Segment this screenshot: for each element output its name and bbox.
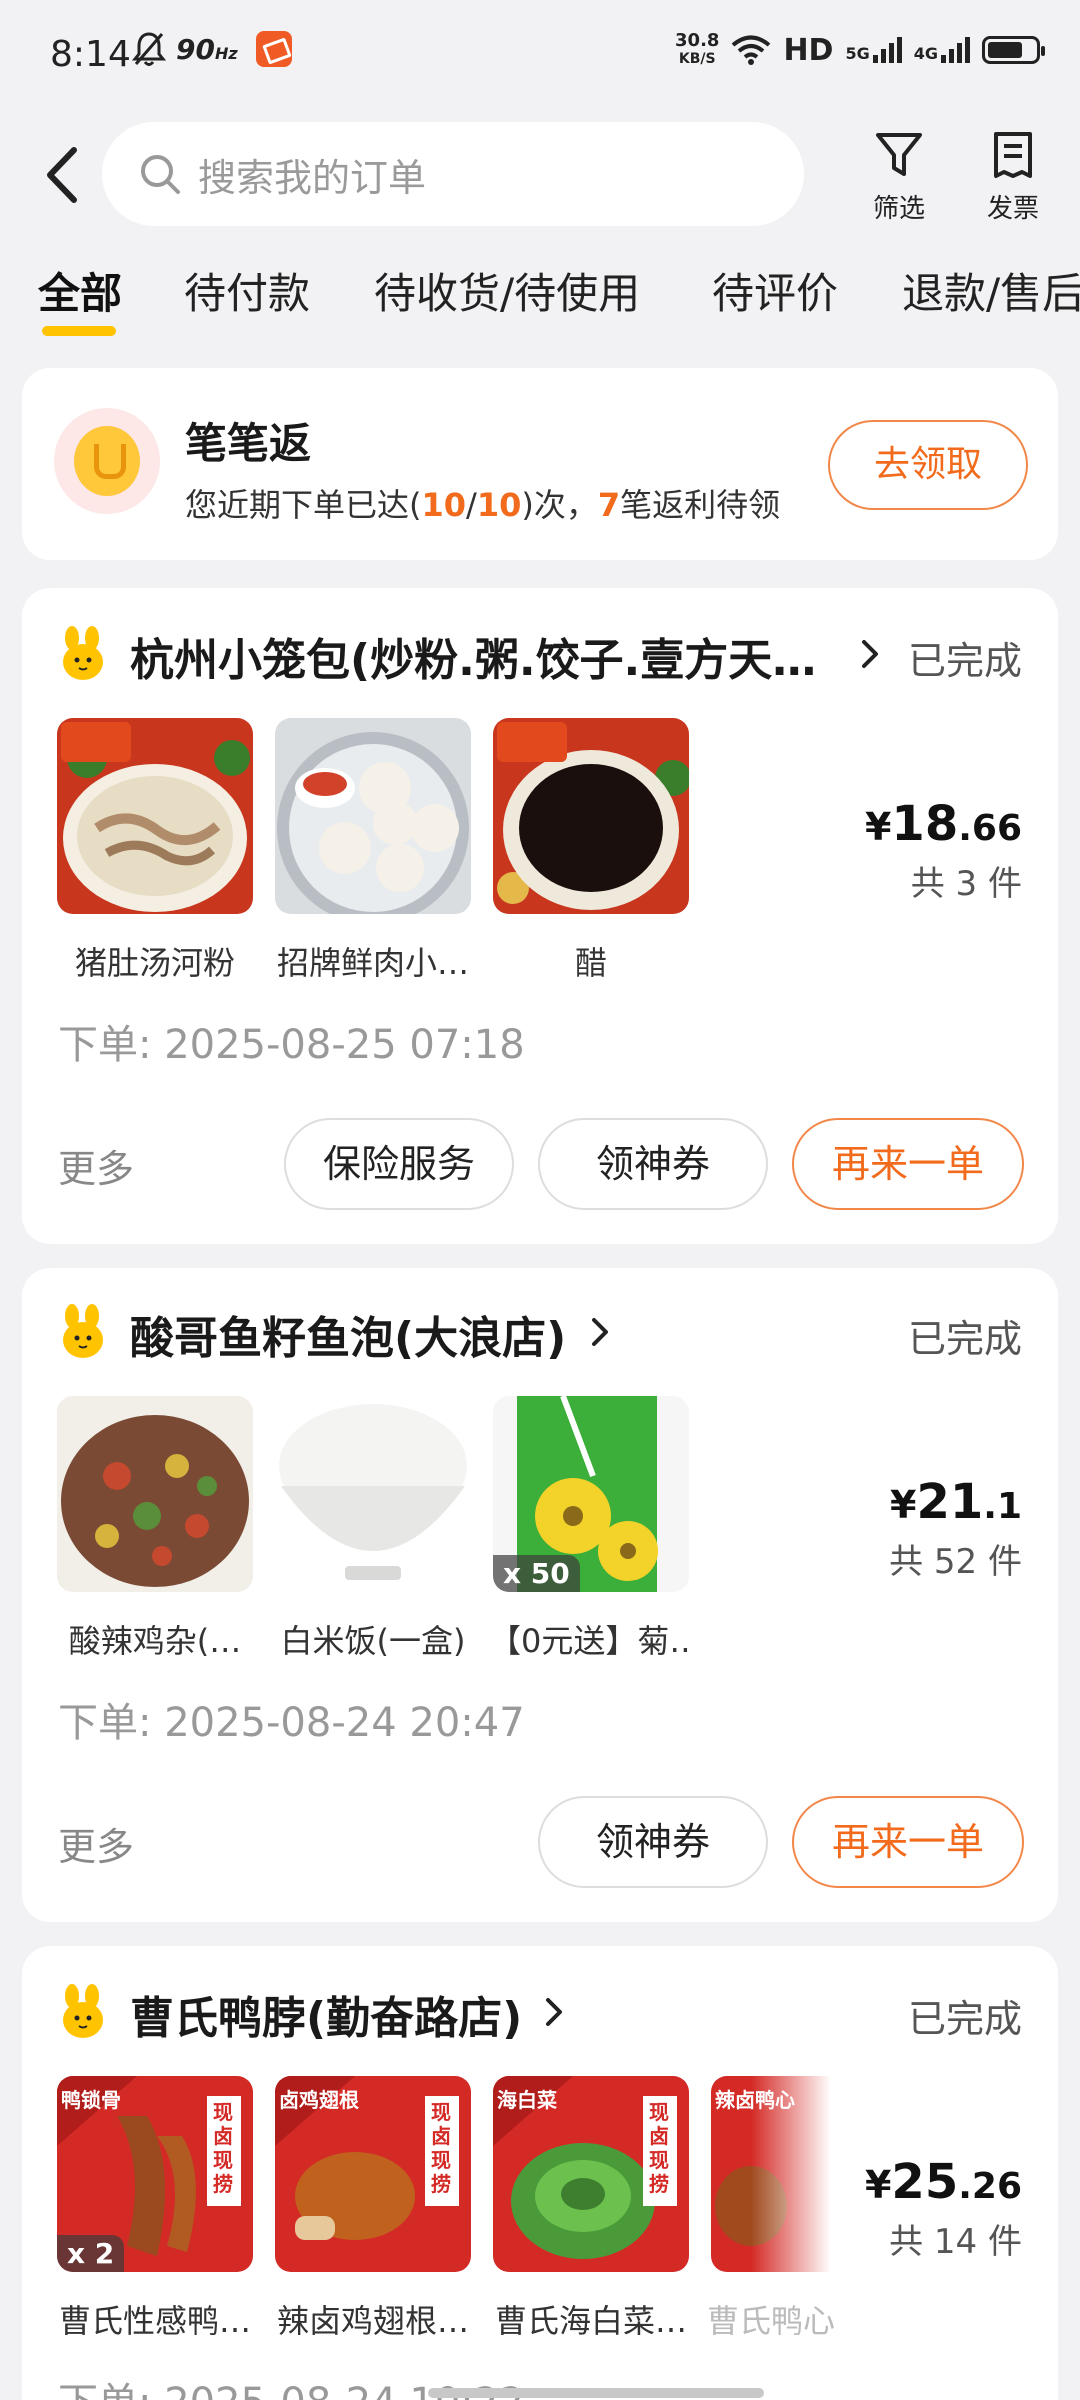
shop-name[interactable]: 杭州小笼包(炒粉.粥.饺子.壹方天… bbox=[130, 624, 816, 688]
item-tag: 现卤现捞 bbox=[649, 2100, 669, 2196]
tab-pending-review[interactable]: 待评价 bbox=[712, 260, 838, 321]
wifi-icon bbox=[732, 35, 771, 65]
back-button[interactable] bbox=[40, 140, 90, 210]
item-count: 共 3 件 bbox=[910, 864, 1022, 904]
signal-5g-icon: 5G bbox=[845, 37, 902, 63]
order-card[interactable]: 酸哥鱼籽鱼泡(大浪店) 已完成 x 50 酸辣鸡杂(… 白米饭(一盒) 【0元送… bbox=[22, 1268, 1058, 1922]
item-image[interactable] bbox=[57, 1396, 253, 1592]
more-button[interactable]: 更多 bbox=[58, 1816, 134, 1871]
refresh-rate: 90Hz bbox=[176, 32, 238, 66]
search-icon bbox=[141, 155, 180, 194]
shop-mascot-icon bbox=[63, 1304, 103, 1358]
invoice-button[interactable]: 发票 bbox=[968, 130, 1058, 225]
cashback-description: 您近期下单已达(10/10)次，7笔返利待领 bbox=[185, 486, 781, 524]
item-name: 曹氏鸭心 3… bbox=[707, 2302, 847, 2340]
item-image[interactable]: 鸭锁骨 现卤现捞 x 2 bbox=[57, 2076, 253, 2272]
tab-active-indicator bbox=[42, 326, 116, 336]
status-bar: 8:14 90Hz 30.8 KB/S HD 5G 4G bbox=[0, 0, 1080, 110]
more-button[interactable]: 更多 bbox=[58, 1138, 134, 1193]
item-tag: 现卤现捞 bbox=[213, 2100, 233, 2196]
item-image[interactable] bbox=[57, 718, 253, 914]
order-time: 下单: 2025-08-24 20:47 bbox=[58, 1700, 525, 1746]
item-tag: 鸭锁骨 bbox=[61, 2088, 121, 2112]
filter-button[interactable]: 筛选 bbox=[854, 130, 944, 225]
item-name: 招牌鲜肉小… bbox=[276, 944, 469, 982]
reorder-button[interactable]: 再来一单 bbox=[792, 1118, 1024, 1210]
search-placeholder: 搜索我的订单 bbox=[198, 155, 427, 200]
filter-icon bbox=[876, 133, 922, 176]
cashback-card: 笔笔返 您近期下单已达(10/10)次，7笔返利待领 去领取 bbox=[22, 368, 1058, 560]
search-input[interactable]: 搜索我的订单 bbox=[102, 122, 804, 226]
item-image[interactable]: 辣卤鸭心 bbox=[711, 2076, 831, 2272]
item-name: 曹氏性感鸭… bbox=[58, 2302, 251, 2340]
item-count: 共 14 件 bbox=[889, 2222, 1022, 2262]
coupon-button[interactable]: 领神券 bbox=[538, 1118, 768, 1210]
item-name: 辣卤鸡翅根… bbox=[276, 2302, 469, 2340]
item-name: 曹氏海白菜… bbox=[494, 2302, 687, 2340]
shop-mascot-icon bbox=[63, 626, 103, 680]
chevron-left-icon bbox=[47, 147, 77, 203]
order-card[interactable]: 曹氏鸭脖(勤奋路店) 已完成 鸭锁骨 现卤现捞 x 2 卤鸡翅根 现卤现捞 海白… bbox=[22, 1946, 1058, 2400]
order-price: ¥25.26 bbox=[864, 2154, 1022, 2210]
reorder-button[interactable]: 再来一单 bbox=[792, 1796, 1024, 1888]
home-indicator[interactable] bbox=[428, 2388, 764, 2398]
invoice-icon bbox=[994, 132, 1032, 178]
tab-pending-payment[interactable]: 待付款 bbox=[184, 260, 310, 321]
quantity-badge: x 2 bbox=[57, 2235, 125, 2272]
tab-all[interactable]: 全部 bbox=[38, 260, 122, 321]
battery-icon bbox=[982, 36, 1045, 64]
order-price: ¥18.66 bbox=[864, 796, 1022, 852]
status-time: 8:14 bbox=[50, 34, 131, 75]
item-name: 醋 bbox=[574, 944, 607, 982]
item-image[interactable] bbox=[275, 718, 471, 914]
invoice-label: 发票 bbox=[986, 194, 1039, 224]
item-tag: 现卤现捞 bbox=[431, 2100, 451, 2196]
order-time: 下单: 2025-08-25 07:18 bbox=[58, 1022, 525, 1068]
item-image[interactable] bbox=[493, 718, 689, 914]
coin-icon bbox=[54, 408, 160, 514]
signal-4g-icon: 4G bbox=[914, 37, 970, 63]
item-name: 酸辣鸡杂(… bbox=[68, 1622, 242, 1660]
order-status: 已完成 bbox=[907, 639, 1022, 683]
item-tag: 卤鸡翅根 bbox=[279, 2088, 359, 2112]
chevron-right-icon bbox=[862, 640, 878, 668]
item-name: 【0元送】菊… bbox=[489, 1622, 693, 1660]
hd-indicator: HD bbox=[783, 32, 834, 68]
order-tabs: 全部 待付款 待收货/待使用 待评价 退款/售后 bbox=[0, 260, 1080, 340]
quantity-badge: x 50 bbox=[493, 1555, 580, 1592]
chevron-right-icon bbox=[592, 1318, 608, 1346]
item-image[interactable]: 卤鸡翅根 现卤现捞 bbox=[275, 2076, 471, 2272]
order-price: ¥21.1 bbox=[890, 1474, 1022, 1530]
cashback-title: 笔笔返 bbox=[185, 419, 312, 468]
order-status: 已完成 bbox=[907, 1997, 1022, 2041]
item-name: 白米饭(一盒) bbox=[280, 1622, 466, 1660]
shop-mascot-icon bbox=[63, 1984, 103, 2038]
insurance-button[interactable]: 保险服务 bbox=[284, 1118, 514, 1210]
item-image[interactable]: x 50 bbox=[493, 1396, 689, 1592]
shop-name[interactable]: 曹氏鸭脖(勤奋路店) bbox=[130, 1982, 522, 2046]
tab-refund[interactable]: 退款/售后 bbox=[902, 260, 1080, 321]
shop-name[interactable]: 酸哥鱼籽鱼泡(大浪店) bbox=[130, 1302, 566, 1366]
item-tag: 海白菜 bbox=[497, 2088, 557, 2112]
order-card[interactable]: 杭州小笼包(炒粉.粥.饺子.壹方天… 已完成 猪肚汤河粉 招牌鲜肉小… 醋 ¥1… bbox=[22, 588, 1058, 1244]
item-count: 共 52 件 bbox=[889, 1542, 1022, 1582]
item-tag: 辣卤鸭心 bbox=[715, 2088, 795, 2112]
app-notification-icon bbox=[255, 31, 292, 67]
item-image[interactable]: 海白菜 现卤现捞 bbox=[493, 2076, 689, 2272]
chevron-right-icon bbox=[546, 1998, 562, 2026]
mute-bell-icon bbox=[132, 32, 166, 66]
network-speed: 30.8 KB/S bbox=[675, 30, 720, 68]
order-status: 已完成 bbox=[907, 1317, 1022, 1361]
coupon-button[interactable]: 领神券 bbox=[538, 1796, 768, 1888]
claim-button[interactable]: 去领取 bbox=[828, 420, 1028, 510]
item-image[interactable] bbox=[275, 1396, 471, 1592]
item-name: 猪肚汤河粉 bbox=[74, 944, 235, 982]
tab-pending-receipt[interactable]: 待收货/待使用 bbox=[374, 260, 640, 321]
filter-label: 筛选 bbox=[872, 194, 925, 224]
